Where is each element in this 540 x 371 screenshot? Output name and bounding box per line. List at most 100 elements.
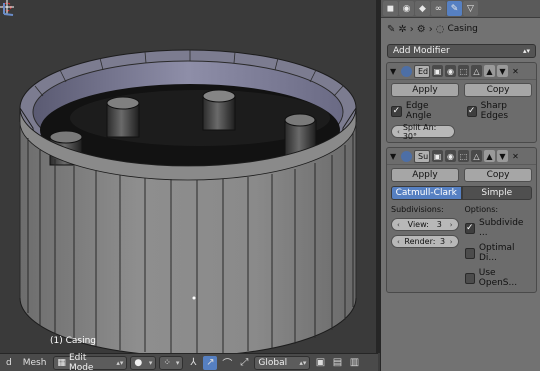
manipulator-axes-icon[interactable]: ⅄ — [186, 356, 200, 370]
view-value: 3 — [436, 220, 442, 229]
collapse-triangle-icon[interactable]: ▼ — [390, 67, 399, 76]
editmode-icon[interactable]: ⬚ — [458, 150, 469, 162]
viewport-header: d Mesh ▦ Edit Mode ▴▾ ● ▾ ⁘ ▾ ⅄ ↗ ⌒ ⤢ Gl… — [0, 353, 378, 371]
constraint-icon[interactable]: ∞ — [431, 1, 446, 16]
wrench-icon[interactable]: ✎ — [447, 1, 462, 16]
eye-icon[interactable]: ◉ — [445, 65, 456, 77]
apply-button[interactable]: Apply — [391, 83, 459, 97]
options-heading: Options: — [464, 205, 499, 214]
optimal-label: Optimal Di... — [478, 243, 515, 263]
edge-angle-checkbox[interactable]: ✓ Edge Angle — [391, 101, 457, 121]
breadcrumb-object: Casing — [447, 24, 478, 34]
mesh-icon: ◌ — [435, 23, 445, 35]
simple-option[interactable]: Simple — [461, 186, 532, 200]
translate-icon[interactable]: ↗ — [203, 355, 218, 370]
edit-mode-icon: ▦ — [57, 357, 66, 368]
rotate-icon[interactable]: ⌒ — [220, 356, 234, 370]
cage-icon[interactable]: △ — [471, 150, 482, 162]
sharp-edges-label: Sharp Edges — [480, 101, 509, 121]
check-icon: ✓ — [464, 222, 476, 234]
menu-mesh[interactable]: Mesh — [19, 358, 51, 368]
subdivide-uvs-checkbox[interactable]: ✓ Subdivide ... — [464, 218, 533, 238]
chevron-left-icon: ‹ — [397, 220, 400, 229]
sharp-edges-checkbox[interactable]: ✓ Sharp Edges — [466, 101, 533, 121]
close-icon[interactable]: ✕ — [510, 65, 521, 77]
axis-gizmo-icon — [3, 3, 14, 16]
chevron-down-icon: ▴▾ — [299, 358, 307, 367]
orientation-dropdown[interactable]: Global ▴▾ — [254, 355, 311, 370]
pivot-icon: ⁘ — [163, 357, 171, 368]
mode-dropdown[interactable]: ▦ Edit Mode ▴▾ — [53, 353, 128, 371]
unchecked-box — [464, 247, 475, 259]
cage-icon[interactable]: △ — [471, 65, 482, 77]
object-icon[interactable]: ◆ — [415, 1, 430, 16]
subdivisions-heading: Subdivisions: — [391, 205, 444, 214]
data-icon[interactable]: ▽ — [463, 1, 478, 16]
opensubdiv-label: Use OpenS... — [478, 268, 518, 288]
menu-add[interactable]: d — [2, 358, 16, 368]
apply-button[interactable]: Apply — [391, 168, 459, 182]
chevron-up-icon[interactable]: ▲ — [484, 150, 495, 162]
3d-viewport[interactable]: (1) Casing — [0, 0, 378, 353]
layer-icon[interactable]: ▣ — [313, 356, 327, 370]
modifier-name-field[interactable]: Su — [414, 149, 430, 163]
sphere-icon: ● — [134, 357, 143, 368]
camera-icon[interactable]: ◼ — [383, 1, 398, 16]
copy-button[interactable]: Copy — [464, 83, 532, 97]
chevron-down-icon[interactable]: ▼ — [497, 150, 508, 162]
chevron-right-icon: › — [409, 23, 414, 35]
chevron-down-icon: ▴▾ — [116, 358, 124, 367]
split-angle-value: Split An: 30° — [402, 122, 437, 141]
render-toggle-icon[interactable]: ▣ — [432, 65, 443, 77]
edge-split-icon — [401, 65, 412, 77]
render-toggle-icon[interactable]: ▣ — [432, 150, 443, 162]
chevron-right-icon: › — [449, 220, 453, 229]
chevron-down-icon[interactable]: ▼ — [497, 65, 508, 77]
modifier-header: ▼ Su ▣ ◉ ⬚ △ ▲ ▼ ✕ — [387, 148, 536, 165]
copy-button[interactable]: Copy — [464, 168, 532, 182]
scale-icon[interactable]: ⤢ — [237, 356, 251, 370]
origin-dot — [192, 296, 196, 300]
pivot-dropdown[interactable]: ⁘ ▾ — [159, 355, 184, 370]
pin-icon[interactable]: ✎ — [387, 24, 395, 35]
add-modifier-dropdown[interactable]: Add Modifier ▴▾ — [387, 44, 536, 58]
chevron-right-icon: › — [449, 237, 453, 246]
use-opensubdiv-checkbox[interactable]: Use OpenS... — [464, 268, 533, 288]
render-levels-field[interactable]: ‹ Render: 3 › — [391, 235, 459, 248]
subdivision-type-selector: Catmull-Clark Simple — [391, 186, 532, 200]
select-mode-icon[interactable]: ▥ — [347, 356, 361, 370]
orientation-label: Global — [258, 357, 288, 368]
render-value: 3 — [440, 237, 446, 246]
chevron-down-icon: ▾ — [148, 358, 153, 367]
select-mode-icon[interactable]: ▤ — [330, 356, 344, 370]
modifier-subdivision: ▼ Su ▣ ◉ ⬚ △ ▲ ▼ ✕ Apply Copy Catmull-Cl… — [386, 147, 537, 293]
split-angle-field[interactable]: ‹ Split An: 30° — [391, 122, 455, 141]
unchecked-box — [464, 272, 475, 284]
object-label: (1) Casing — [50, 336, 97, 346]
editmode-icon[interactable]: ⬚ — [458, 65, 469, 77]
edge-angle-label: Edge Angle — [405, 101, 432, 121]
chevron-down-icon: ▴▾ — [522, 47, 530, 55]
chevron-down-icon: ▾ — [175, 358, 180, 367]
object-icon: ✲ — [398, 23, 407, 35]
collapse-triangle-icon[interactable]: ▼ — [390, 152, 399, 161]
subsurf-icon — [401, 150, 412, 162]
close-icon[interactable]: ✕ — [510, 150, 521, 162]
wrench-icon: ⚙ — [416, 23, 426, 35]
eye-icon[interactable]: ◉ — [445, 150, 456, 162]
shading-dropdown[interactable]: ● ▾ — [130, 355, 157, 370]
modifier-header: ▼ Ed ▣ ◉ ⬚ △ ▲ ▼ ✕ — [387, 63, 536, 80]
add-modifier-label: Add Modifier — [393, 46, 450, 56]
catmull-clark-option[interactable]: Catmull-Clark — [391, 186, 462, 200]
chevron-up-icon[interactable]: ▲ — [484, 65, 495, 77]
mesh-canvas — [19, 49, 357, 353]
chevron-left-icon: ‹ — [397, 127, 400, 136]
modifier-name-field[interactable]: Ed — [414, 64, 430, 78]
world-icon[interactable]: ◉ — [399, 1, 414, 16]
properties-panel: ◼ ◉ ◆ ∞ ✎ ▽ ✎ ✲ › ⚙ › ◌ Casing Add Modif… — [380, 0, 540, 371]
optimal-display-checkbox[interactable]: Optimal Di... — [464, 243, 533, 263]
view-levels-field[interactable]: ‹ View: 3 › — [391, 218, 459, 231]
chevron-right-icon: › — [428, 23, 433, 35]
properties-tabs: ◼ ◉ ◆ ∞ ✎ ▽ — [381, 0, 540, 18]
check-icon: ✓ — [391, 105, 402, 117]
